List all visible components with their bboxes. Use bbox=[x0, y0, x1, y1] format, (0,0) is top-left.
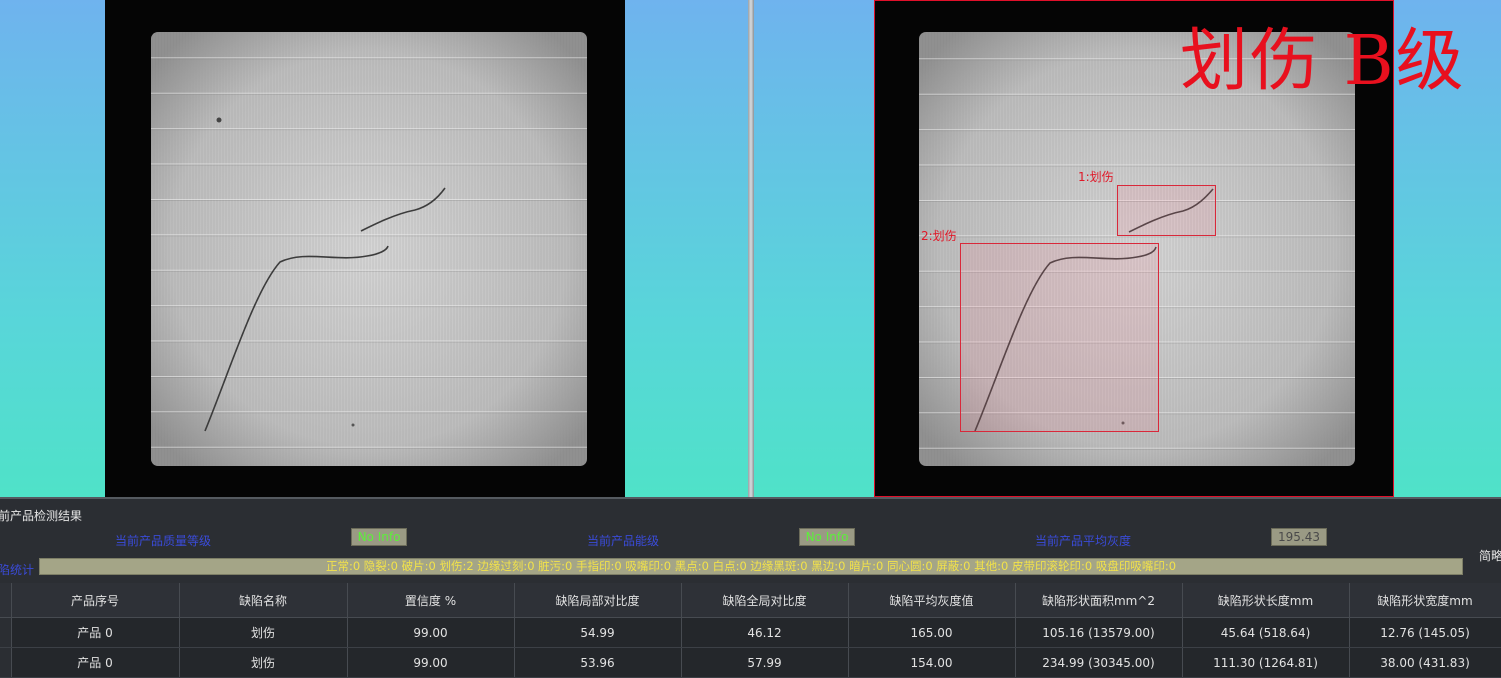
table-cell: 54.99 bbox=[514, 617, 682, 648]
table-cell: 99.00 bbox=[347, 617, 515, 648]
defect-stats-label: 陷统计 bbox=[0, 563, 35, 577]
result-panel-title: 前产品检测结果 bbox=[0, 509, 83, 523]
defect-label-2: 2:划伤 bbox=[921, 229, 957, 243]
column-header[interactable]: 缺陷形状面积mm^2 bbox=[1015, 583, 1183, 618]
column-header[interactable]: 缺陷形状宽度mm bbox=[1349, 583, 1501, 618]
energy-grade-label: 当前产品能级 bbox=[587, 534, 660, 548]
table-cell: 45.64 (518.64) bbox=[1182, 617, 1350, 648]
table-row[interactable]: 产品 0 划伤 99.00 53.96 57.99 154.00 234.99 … bbox=[0, 647, 1501, 678]
el-image-original bbox=[151, 32, 587, 466]
table-cell: 154.00 bbox=[848, 647, 1016, 678]
table-cell: 产品 0 bbox=[11, 647, 180, 678]
defect-grade-overlay: 划伤 B级 bbox=[1180, 22, 1466, 101]
table-cell: 划伤 bbox=[179, 647, 348, 678]
table-header-row: 产品序号 缺陷名称 置信度 % 缺陷局部对比度 缺陷全局对比度 缺陷平均灰度值 … bbox=[0, 583, 1501, 618]
defect-label-1: 1:划伤 bbox=[1078, 170, 1114, 184]
row-header[interactable] bbox=[0, 647, 12, 678]
defect-stats-bar: 正常:0 隐裂:0 破片:0 划伤:2 边缘过刻:0 脏污:0 手指印:0 吸嘴… bbox=[39, 558, 1463, 575]
table-cell: 53.96 bbox=[514, 647, 682, 678]
table-cell: 划伤 bbox=[179, 617, 348, 648]
table-cell: 产品 0 bbox=[11, 617, 180, 648]
table-cell: 105.16 (13579.00) bbox=[1015, 617, 1183, 648]
defect-results-table: 产品序号 缺陷名称 置信度 % 缺陷局部对比度 缺陷全局对比度 缺陷平均灰度值 … bbox=[0, 583, 1501, 678]
defect-box-1[interactable] bbox=[1117, 185, 1216, 236]
defect-box-2[interactable] bbox=[960, 243, 1159, 432]
row-header[interactable] bbox=[0, 617, 12, 648]
table-cell: 99.00 bbox=[347, 647, 515, 678]
table-row[interactable]: 产品 0 划伤 99.00 54.99 46.12 165.00 105.16 … bbox=[0, 617, 1501, 648]
column-header[interactable]: 缺陷名称 bbox=[179, 583, 348, 618]
table-cell: 12.76 (145.05) bbox=[1349, 617, 1501, 648]
column-header[interactable]: 缺陷局部对比度 bbox=[514, 583, 682, 618]
column-header[interactable]: 置信度 % bbox=[347, 583, 515, 618]
quality-grade-label: 当前产品质量等级 bbox=[115, 534, 212, 548]
column-header[interactable]: 缺陷平均灰度值 bbox=[848, 583, 1016, 618]
table-cell: 46.12 bbox=[681, 617, 849, 648]
inspection-window: 划伤 B级 1:划伤 2:划伤 前产品检测结果 当前产品质量等级 No Info… bbox=[0, 0, 1501, 678]
table-cell: 57.99 bbox=[681, 647, 849, 678]
column-header[interactable]: 缺陷全局对比度 bbox=[681, 583, 849, 618]
avg-gray-label: 当前产品平均灰度 bbox=[1035, 534, 1132, 548]
quality-grade-value: No Info bbox=[351, 528, 407, 546]
table-cell: 38.00 (431.83) bbox=[1349, 647, 1501, 678]
summary-toggle[interactable]: 简略 bbox=[1479, 547, 1501, 564]
avg-gray-value: 195.43 bbox=[1271, 528, 1327, 546]
row-header-corner[interactable] bbox=[0, 583, 12, 618]
column-header[interactable]: 缺陷形状长度mm bbox=[1182, 583, 1350, 618]
table-cell: 165.00 bbox=[848, 617, 1016, 648]
detection-result-panel: 前产品检测结果 当前产品质量等级 No Info 当前产品能级 No Info … bbox=[0, 497, 1501, 678]
energy-grade-value: No Info bbox=[799, 528, 855, 546]
table-cell: 111.30 (1264.81) bbox=[1182, 647, 1350, 678]
table-cell: 234.99 (30345.00) bbox=[1015, 647, 1183, 678]
original-image-pane bbox=[0, 0, 748, 497]
original-solar-cell-image[interactable] bbox=[105, 0, 625, 497]
column-header[interactable]: 产品序号 bbox=[11, 583, 180, 618]
